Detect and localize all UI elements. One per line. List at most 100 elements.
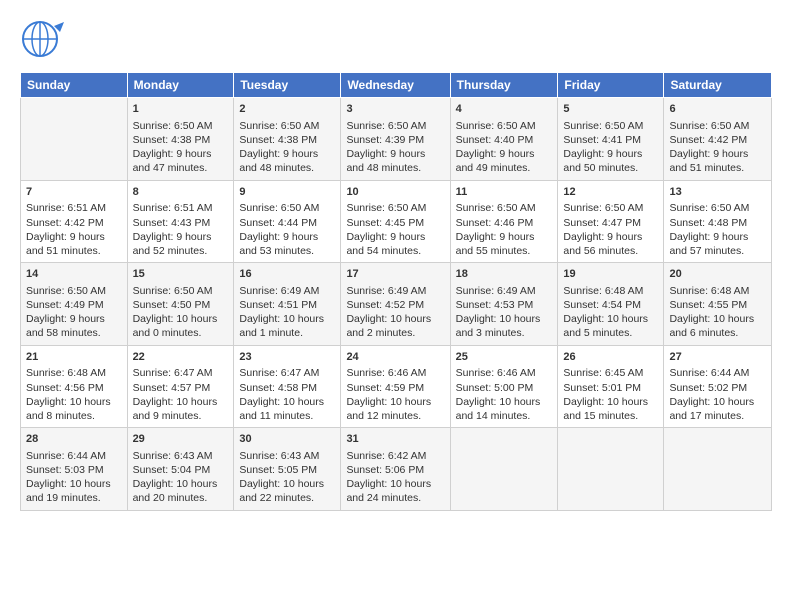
day-info: Daylight: 9 hours — [133, 230, 229, 244]
day-info: Sunrise: 6:50 AM — [26, 284, 122, 298]
day-info: Sunrise: 6:44 AM — [669, 366, 766, 380]
calendar-cell — [450, 428, 558, 511]
day-number: 14 — [26, 267, 122, 282]
day-info: Sunrise: 6:50 AM — [239, 119, 335, 133]
calendar-cell: 12Sunrise: 6:50 AMSunset: 4:47 PMDayligh… — [558, 180, 664, 263]
day-number: 7 — [26, 185, 122, 200]
day-info: and 8 minutes. — [26, 409, 122, 423]
day-info: Sunrise: 6:49 AM — [239, 284, 335, 298]
day-info: Sunrise: 6:47 AM — [239, 366, 335, 380]
day-info: Daylight: 10 hours — [346, 395, 444, 409]
day-info: Sunrise: 6:50 AM — [563, 201, 658, 215]
day-info: Sunrise: 6:44 AM — [26, 449, 122, 463]
calendar-cell: 14Sunrise: 6:50 AMSunset: 4:49 PMDayligh… — [21, 263, 128, 346]
calendar-cell: 31 Sunrise: 6:42 AMSunset: 5:06 PMDayligh… — [341, 428, 450, 511]
day-info: Daylight: 9 hours — [239, 147, 335, 161]
day-info: Sunset: 4:38 PM — [133, 133, 229, 147]
day-number: 26 — [563, 350, 658, 365]
calendar-cell: 8Sunrise: 6:51 AMSunset: 4:43 PMDaylight… — [127, 180, 234, 263]
day-info: and 24 minutes. — [346, 491, 444, 505]
day-info: and 19 minutes. — [26, 491, 122, 505]
calendar-week-row: 28Sunrise: 6:44 AMSunset: 5:03 PMDayligh… — [21, 428, 772, 511]
day-info: Daylight: 10 hours — [133, 477, 229, 491]
day-info: Sunset: 5:00 PM — [456, 381, 553, 395]
day-info: Daylight: 9 hours — [346, 147, 444, 161]
day-number: 27 — [669, 350, 766, 365]
day-info: and 17 minutes. — [669, 409, 766, 423]
calendar-header: SundayMondayTuesdayWednesdayThursdayFrid… — [21, 73, 772, 98]
weekday-header-friday: Friday — [558, 73, 664, 98]
day-info: Sunset: 5:01 PM — [563, 381, 658, 395]
day-info: and 49 minutes. — [456, 161, 553, 175]
day-info: Sunset: 5:03 PM — [26, 463, 122, 477]
weekday-header-monday: Monday — [127, 73, 234, 98]
day-info: Daylight: 10 hours — [346, 312, 444, 326]
calendar-cell: 23Sunrise: 6:47 AMSunset: 4:58 PMDayligh… — [234, 345, 341, 428]
day-info: Daylight: 9 hours — [563, 230, 658, 244]
day-number: 22 — [133, 350, 229, 365]
day-info: Sunset: 4:53 PM — [456, 298, 553, 312]
day-info: Sunset: 5:06 PM — [346, 463, 444, 477]
day-info: Daylight: 9 hours — [669, 230, 766, 244]
logo-graphic — [20, 18, 72, 60]
day-info: Daylight: 10 hours — [456, 312, 553, 326]
calendar-cell: 29Sunrise: 6:43 AMSunset: 5:04 PMDayligh… — [127, 428, 234, 511]
calendar-cell: 28Sunrise: 6:44 AMSunset: 5:03 PMDayligh… — [21, 428, 128, 511]
day-info: Sunrise: 6:50 AM — [669, 201, 766, 215]
day-info: Sunset: 4:48 PM — [669, 216, 766, 230]
day-info: and 57 minutes. — [669, 244, 766, 258]
day-number: 31 — [346, 432, 444, 447]
calendar-cell: 26Sunrise: 6:45 AMSunset: 5:01 PMDayligh… — [558, 345, 664, 428]
day-info: Daylight: 9 hours — [26, 312, 122, 326]
day-info: and 48 minutes. — [346, 161, 444, 175]
day-info: and 14 minutes. — [456, 409, 553, 423]
day-info: Daylight: 9 hours — [563, 147, 658, 161]
day-number: 12 — [563, 185, 658, 200]
day-info: and 48 minutes. — [239, 161, 335, 175]
day-info: Daylight: 9 hours — [346, 230, 444, 244]
weekday-header-saturday: Saturday — [664, 73, 772, 98]
day-info: Sunrise: 6:43 AM — [239, 449, 335, 463]
day-info: Daylight: 10 hours — [346, 477, 444, 491]
day-number: 30 — [239, 432, 335, 447]
logo — [20, 18, 72, 60]
weekday-header-sunday: Sunday — [21, 73, 128, 98]
calendar-cell: 17Sunrise: 6:49 AMSunset: 4:52 PMDayligh… — [341, 263, 450, 346]
calendar-cell: 16Sunrise: 6:49 AMSunset: 4:51 PMDayligh… — [234, 263, 341, 346]
day-info: and 11 minutes. — [239, 409, 335, 423]
day-info: Sunrise: 6:46 AM — [346, 366, 444, 380]
day-info: Sunrise: 6:50 AM — [133, 284, 229, 298]
day-info: Daylight: 10 hours — [26, 395, 122, 409]
calendar-cell: 19Sunrise: 6:48 AMSunset: 4:54 PMDayligh… — [558, 263, 664, 346]
day-info: Daylight: 10 hours — [669, 395, 766, 409]
calendar-cell: 30Sunrise: 6:43 AMSunset: 5:05 PMDayligh… — [234, 428, 341, 511]
day-number: 20 — [669, 267, 766, 282]
day-info: and 51 minutes. — [26, 244, 122, 258]
weekday-header-wednesday: Wednesday — [341, 73, 450, 98]
day-info: Sunrise: 6:50 AM — [456, 201, 553, 215]
calendar-cell: 6Sunrise: 6:50 AMSunset: 4:42 PMDaylight… — [664, 98, 772, 181]
day-number: 9 — [239, 185, 335, 200]
calendar-cell: 18Sunrise: 6:49 AMSunset: 4:53 PMDayligh… — [450, 263, 558, 346]
day-info: Sunset: 4:39 PM — [346, 133, 444, 147]
day-info: Sunset: 4:42 PM — [26, 216, 122, 230]
day-info: Sunrise: 6:42 AM — [346, 449, 444, 463]
day-info: Sunset: 4:59 PM — [346, 381, 444, 395]
day-info: Sunrise: 6:50 AM — [346, 201, 444, 215]
day-info: and 9 minutes. — [133, 409, 229, 423]
day-info: and 12 minutes. — [346, 409, 444, 423]
day-number: 29 — [133, 432, 229, 447]
day-info: Daylight: 10 hours — [26, 477, 122, 491]
calendar-cell: 15Sunrise: 6:50 AMSunset: 4:50 PMDayligh… — [127, 263, 234, 346]
day-info: Sunset: 4:51 PM — [239, 298, 335, 312]
day-info: and 5 minutes. — [563, 326, 658, 340]
day-number: 3 — [346, 102, 444, 117]
calendar-cell: 3Sunrise: 6:50 AMSunset: 4:39 PMDaylight… — [341, 98, 450, 181]
day-info: Daylight: 10 hours — [239, 395, 335, 409]
weekday-row: SundayMondayTuesdayWednesdayThursdayFrid… — [21, 73, 772, 98]
day-info: Sunset: 4:55 PM — [669, 298, 766, 312]
day-number: 15 — [133, 267, 229, 282]
day-number: 5 — [563, 102, 658, 117]
day-info: Sunrise: 6:51 AM — [133, 201, 229, 215]
day-info: Sunset: 5:05 PM — [239, 463, 335, 477]
